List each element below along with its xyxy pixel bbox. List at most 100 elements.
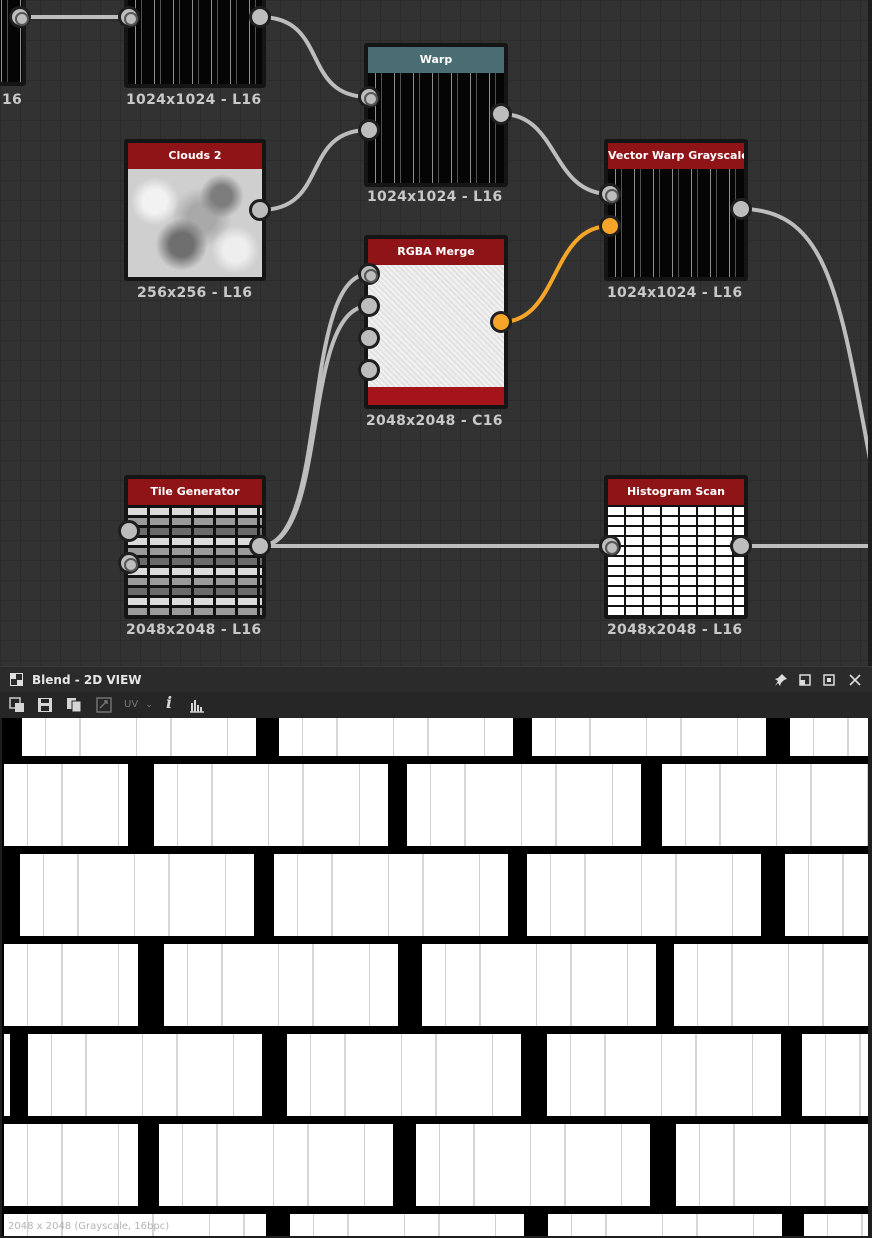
node-thumbnail (128, 169, 262, 277)
node-clouds-2-output-port[interactable] (249, 199, 271, 221)
node-vector-warp-input-port-1[interactable] (599, 183, 621, 205)
node-top-mid[interactable] (124, 0, 266, 88)
graph-scrollbar[interactable] (868, 0, 872, 666)
maximize-icon[interactable] (823, 674, 835, 686)
wire-tile-to-merge-2 (258, 304, 371, 548)
node-rgba-merge-input-port-2[interactable] (358, 295, 380, 317)
brick-tile (802, 1034, 868, 1116)
node-rgba-merge-input-port-4[interactable] (358, 359, 380, 381)
wire-topmid-to-warp (258, 15, 371, 99)
node-tile-generator[interactable]: Tile Generator (124, 475, 266, 619)
node-thumbnail (608, 505, 744, 615)
brick-tile (676, 1124, 868, 1206)
node-tile-generator-output-port[interactable] (249, 535, 271, 557)
node-vector-warp-label: 1024x1024 - L16 (607, 285, 743, 301)
node-warp-input-port-1[interactable] (358, 86, 380, 108)
node-warp-input-port-2[interactable] (358, 119, 380, 141)
brick-tile (416, 1124, 650, 1206)
brick-tile (527, 854, 761, 936)
node-partial-output-port[interactable] (9, 6, 31, 28)
node-top-mid-output-port[interactable] (249, 6, 271, 28)
node-thumbnail (128, 505, 262, 615)
brick-tile (274, 854, 508, 936)
node-histogram-scan-label: 2048x2048 - L16 (607, 622, 743, 638)
node-tile-generator-label: 2048x2048 - L16 (126, 622, 262, 638)
node-tile-generator-input-port-2[interactable] (118, 552, 140, 574)
node-warp-title: Warp (368, 47, 504, 73)
node-rgba-merge-output-port[interactable] (490, 311, 512, 333)
node-histogram-scan-output-port[interactable] (730, 535, 752, 557)
brick-tile (785, 854, 868, 936)
node-rgba-merge-label: 2048x2048 - C16 (366, 413, 503, 429)
wire-clouds-to-warp (258, 128, 371, 212)
brick-tile (4, 1034, 10, 1116)
brick-tile (290, 1214, 524, 1236)
info-icon[interactable]: i (163, 695, 175, 714)
node-clouds-2-label: 256x256 - L16 (137, 285, 253, 301)
node-rgba-merge[interactable]: RGBA Merge (364, 235, 508, 409)
brick-tile (674, 944, 868, 1026)
node-histogram-scan-title: Histogram Scan (608, 479, 744, 505)
float-window-icon[interactable] (799, 674, 811, 686)
node-thumbnail (368, 265, 504, 405)
wire-tile-to-merge-1 (258, 272, 371, 548)
brick-tile (548, 1214, 782, 1236)
brick-tile (407, 764, 641, 846)
close-icon[interactable] (849, 674, 861, 686)
node-partial-label: 16 (2, 92, 23, 108)
node-warp-output-port[interactable] (490, 103, 512, 125)
node-clouds-2[interactable]: Clouds 2 (124, 139, 266, 281)
image-info-status: 2048 x 2048 (Grayscale, 16bpc) (8, 1221, 170, 1232)
brick-tile (164, 944, 398, 1026)
node-rgba-merge-title: RGBA Merge (368, 239, 504, 265)
save-icon[interactable] (37, 697, 53, 713)
panel-titlebar[interactable]: Blend - 2D VIEW (0, 666, 872, 692)
brick-tile (790, 718, 868, 756)
node-top-mid-label: 1024x1024 - L16 (126, 92, 262, 108)
node-top-mid-input-port[interactable] (118, 6, 140, 28)
node-rgba-merge-input-port-3[interactable] (358, 327, 380, 349)
panel-toolbar: UV ⌄ i (0, 692, 872, 718)
brick-tile (547, 1034, 781, 1116)
brick-tile (4, 764, 128, 846)
node-vector-warp-title: Vector Warp Grayscale (608, 143, 744, 169)
chevron-down-icon: ⌄ (145, 700, 153, 710)
brick-tile (662, 764, 868, 846)
node-graph[interactable]: 16 1024x1024 - L16 Warp 1024x1024 - L16 … (0, 0, 872, 666)
wire-warp-to-vectorwarp (499, 112, 612, 196)
node-clouds-2-title: Clouds 2 (128, 143, 262, 169)
brick-tile (287, 1034, 521, 1116)
panel-title: Blend - 2D VIEW (32, 673, 142, 687)
node-rgba-merge-input-port-1[interactable] (358, 263, 380, 285)
brick-tile (154, 764, 388, 846)
view-panel-icon (10, 673, 23, 686)
brick-tile (4, 1124, 138, 1206)
tiling-icon[interactable] (96, 697, 112, 713)
node-warp[interactable]: Warp (364, 43, 508, 187)
brick-tile (279, 718, 513, 756)
histogram-icon[interactable] (189, 697, 205, 713)
brick-tile (28, 1034, 262, 1116)
node-histogram-scan[interactable]: Histogram Scan (604, 475, 748, 619)
uv-dropdown[interactable]: UV ⌄ (124, 698, 158, 712)
brick-tile (804, 1214, 868, 1236)
copy-view-icon[interactable] (9, 697, 25, 713)
node-histogram-scan-input-port[interactable] (599, 535, 621, 557)
duplicate-icon[interactable] (66, 697, 82, 713)
brick-tile (422, 944, 656, 1026)
node-vector-warp-grayscale[interactable]: Vector Warp Grayscale (604, 139, 748, 281)
node-tile-generator-title: Tile Generator (128, 479, 262, 505)
node-vector-warp-output-port[interactable] (730, 198, 752, 220)
wire-vectorwarp-out (739, 207, 872, 472)
node-thumbnail (368, 73, 504, 183)
2d-view-canvas[interactable]: 2048 x 2048 (Grayscale, 16bpc) (2, 718, 868, 1236)
brick-tile (532, 718, 766, 756)
node-tile-generator-input-port-1[interactable] (118, 520, 140, 542)
wire-merge-to-vectorwarp (499, 224, 612, 324)
node-thumbnail (608, 169, 744, 277)
node-vector-warp-input-port-2[interactable] (599, 215, 621, 237)
node-thumbnail (128, 0, 262, 84)
pin-icon[interactable] (774, 673, 788, 687)
brick-tile (22, 718, 256, 756)
node-warp-label: 1024x1024 - L16 (367, 189, 503, 205)
